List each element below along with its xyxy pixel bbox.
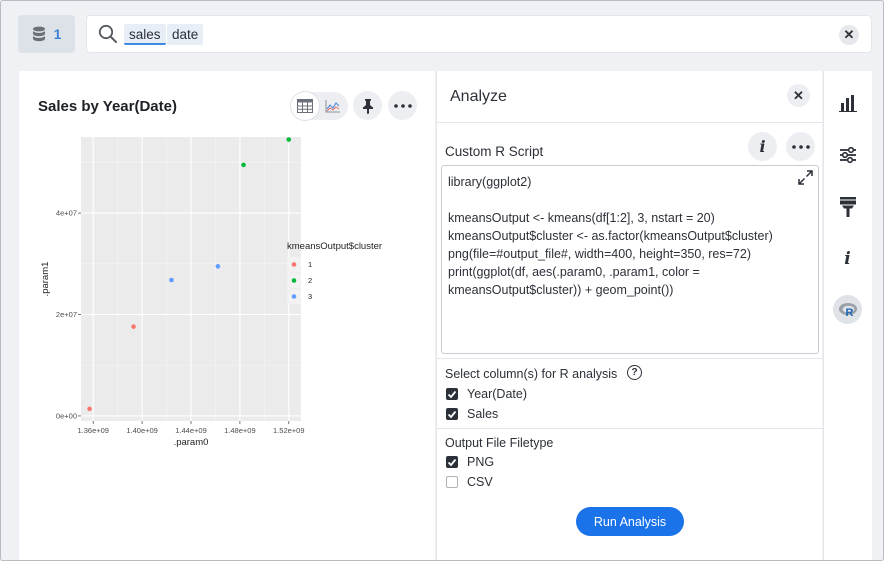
pin-button[interactable] xyxy=(353,91,382,120)
help-icon[interactable]: ? xyxy=(627,365,642,380)
bar-chart-icon xyxy=(838,94,857,112)
legend-label: 3 xyxy=(308,292,312,301)
database-icon xyxy=(32,26,45,41)
x-tick-label: 1.52e+09 xyxy=(273,426,305,435)
y-axis-label: .param1 xyxy=(40,262,51,297)
line-chart-icon xyxy=(325,100,340,113)
x-axis-label: .param0 xyxy=(174,437,209,448)
analyze-title: Analyze xyxy=(450,88,507,105)
run-analysis-button[interactable]: Run Analysis xyxy=(576,507,684,536)
format-button[interactable] xyxy=(833,192,862,221)
paintbrush-icon xyxy=(839,196,856,217)
filetype-option-png[interactable]: PNG xyxy=(446,455,494,469)
data-point xyxy=(215,264,221,269)
close-icon: ✕ xyxy=(843,27,855,42)
data-source-button[interactable]: 1 xyxy=(18,15,75,53)
settings-button[interactable] xyxy=(833,140,862,169)
data-point xyxy=(131,324,136,329)
clear-search-button[interactable]: ✕ xyxy=(839,25,859,45)
info-button[interactable]: i xyxy=(833,244,862,273)
chart-type-button[interactable] xyxy=(833,88,862,117)
columns-divider xyxy=(437,428,823,429)
script-info-button[interactable]: i xyxy=(748,132,777,161)
filetype-option-csv[interactable]: CSV xyxy=(446,475,493,489)
view-toggle xyxy=(291,92,348,120)
search-token-sales[interactable]: sales xyxy=(124,24,166,45)
columns-section-title: Select column(s) for R analysis xyxy=(445,367,618,381)
header-divider xyxy=(437,122,823,123)
column-option-label: Year(Date) xyxy=(467,387,527,401)
right-toolbar: i R xyxy=(823,71,872,560)
info-icon: i xyxy=(844,248,851,269)
y-tick-label: 2e+07 xyxy=(56,310,77,319)
check-icon xyxy=(447,410,457,418)
legend-marker xyxy=(291,262,297,267)
data-point xyxy=(241,162,246,168)
r-analysis-button[interactable]: R xyxy=(833,295,862,324)
legend-label: 1 xyxy=(308,260,312,269)
data-point xyxy=(87,406,92,412)
expand-icon[interactable] xyxy=(798,170,813,185)
pin-icon xyxy=(362,98,373,114)
search-bar[interactable]: sales date ✕ xyxy=(86,15,872,53)
svg-text:R: R xyxy=(845,307,853,319)
x-tick-label: 1.40e+09 xyxy=(126,426,158,435)
y-tick-label: 4e+07 xyxy=(56,209,77,218)
search-icon xyxy=(98,24,117,43)
close-icon: ✕ xyxy=(793,87,804,103)
chart-view-button[interactable] xyxy=(319,92,347,120)
scatter-plot: 1.36e+09 1.40e+09 1.44e+09 1.48e+09 1.52e+09… xyxy=(40,137,382,448)
info-icon: i xyxy=(759,137,766,156)
check-icon xyxy=(447,390,457,398)
data-source-count: 1 xyxy=(53,26,62,42)
column-option-sales[interactable]: Sales xyxy=(446,407,498,421)
settings-sliders-icon xyxy=(839,146,856,163)
checkbox-checked[interactable] xyxy=(446,456,458,468)
search-token-date[interactable]: date xyxy=(167,24,204,45)
r-icon: R xyxy=(838,302,857,319)
r-script-editor[interactable]: library(ggplot2) kmeansOutput <- kmeans(… xyxy=(441,165,819,354)
table-icon xyxy=(297,99,313,113)
legend-marker xyxy=(291,278,297,283)
table-view-button[interactable] xyxy=(291,92,319,120)
column-option-year-date[interactable]: Year(Date) xyxy=(446,387,527,401)
more-icon xyxy=(791,144,810,149)
close-analyze-button[interactable]: ✕ xyxy=(787,84,810,107)
legend-title: kmeansOutput$cluster xyxy=(287,241,382,252)
analyze-panel: Analyze ✕ Custom R Script i library(ggpl… xyxy=(436,71,823,560)
checkbox-unchecked[interactable] xyxy=(446,476,458,488)
x-tick-label: 1.44e+09 xyxy=(175,426,207,435)
data-point xyxy=(286,137,292,142)
script-divider xyxy=(437,358,823,359)
more-options-button[interactable] xyxy=(388,91,417,120)
script-more-button[interactable] xyxy=(786,132,815,161)
filetype-option-label: CSV xyxy=(467,475,493,489)
y-tick-label: 0e+00 xyxy=(56,411,77,420)
script-label: Custom R Script xyxy=(445,144,544,159)
chart-panel: Sales by Year(Date) 1.36e+09 1.40e+09 1.… xyxy=(19,71,435,560)
check-icon xyxy=(447,458,457,466)
legend-label: 2 xyxy=(308,276,312,285)
app-window: 1 sales date ✕ Sales by Year(Date) 1.36e… xyxy=(0,0,884,561)
column-option-label: Sales xyxy=(467,407,499,421)
x-tick-label: 1.36e+09 xyxy=(77,426,109,435)
legend-marker xyxy=(291,294,297,299)
more-icon xyxy=(393,103,412,108)
filetype-section-title: Output File Filetype xyxy=(445,436,554,450)
checkbox-checked[interactable] xyxy=(446,408,458,420)
x-tick-label: 1.48e+09 xyxy=(224,426,256,435)
filetype-option-label: PNG xyxy=(467,455,495,469)
checkbox-checked[interactable] xyxy=(446,388,458,400)
data-point xyxy=(169,277,174,283)
chart-title: Sales by Year(Date) xyxy=(38,98,177,115)
